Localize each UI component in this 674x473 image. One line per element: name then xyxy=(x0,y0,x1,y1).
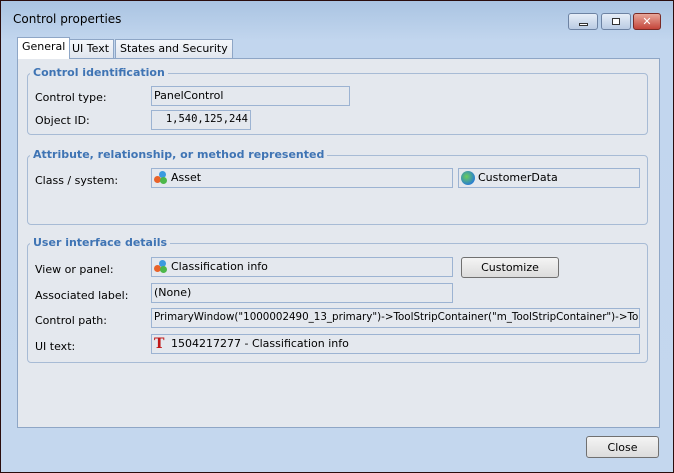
tab-general[interactable]: General xyxy=(17,37,71,59)
ui-text-label: UI text: xyxy=(35,340,76,353)
associated-label-field: (None) xyxy=(151,283,453,303)
class-system-label: Class / system: xyxy=(35,174,119,187)
control-path-label: Control path: xyxy=(35,314,107,327)
system-field: CustomerData xyxy=(458,168,640,188)
class-value: Asset xyxy=(171,171,202,184)
system-value: CustomerData xyxy=(478,171,558,184)
control-properties-window: Control properties ✕ General UI Text Sta… xyxy=(0,0,674,473)
object-id-label: Object ID: xyxy=(35,114,90,127)
customize-button[interactable]: Customize xyxy=(461,257,559,278)
group-title: User interface details xyxy=(30,236,171,249)
ui-text-value: 1504217277 - Classification info xyxy=(171,337,349,350)
tab-states-and-security[interactable]: States and Security xyxy=(115,39,233,59)
object-id-field: 1,540,125,244 xyxy=(151,110,251,130)
close-icon: ✕ xyxy=(642,15,652,28)
associated-label-label: Associated label: xyxy=(35,289,129,302)
attribute-group xyxy=(27,155,648,225)
text-tt-icon: T xyxy=(154,336,165,352)
minimize-button[interactable] xyxy=(568,13,598,30)
view-panel-value: Classification info xyxy=(171,260,268,273)
control-path-field[interactable]: PrimaryWindow("1000002490_13_primary")->… xyxy=(151,308,640,328)
close-window-button[interactable]: ✕ xyxy=(633,13,661,30)
control-type-field: PanelControl xyxy=(151,86,350,106)
view-panel-label: View or panel: xyxy=(35,263,114,276)
control-type-label: Control type: xyxy=(35,91,107,104)
class-field: Asset xyxy=(151,168,453,188)
ui-text-field: T 1504217277 - Classification info xyxy=(151,334,640,354)
group-title: Attribute, relationship, or method repre… xyxy=(30,148,328,161)
class-bubbles-icon xyxy=(154,260,168,274)
restore-icon xyxy=(612,18,620,25)
globe-icon xyxy=(461,171,475,185)
window-title: Control properties xyxy=(13,12,122,26)
tab-ui-text[interactable]: UI Text xyxy=(67,39,115,59)
group-title: Control identification xyxy=(30,66,168,79)
control-path-value: PrimaryWindow("1000002490_13_primary")->… xyxy=(154,311,640,323)
restore-button[interactable] xyxy=(601,13,631,30)
minimize-icon xyxy=(578,22,588,26)
associated-label-value: (None) xyxy=(154,286,192,299)
class-bubbles-icon xyxy=(154,171,168,185)
view-panel-field: Classification info xyxy=(151,257,453,277)
object-id-value: 1,540,125,244 xyxy=(165,113,248,125)
control-type-value: PanelControl xyxy=(154,89,224,102)
close-button[interactable]: Close xyxy=(586,436,659,458)
